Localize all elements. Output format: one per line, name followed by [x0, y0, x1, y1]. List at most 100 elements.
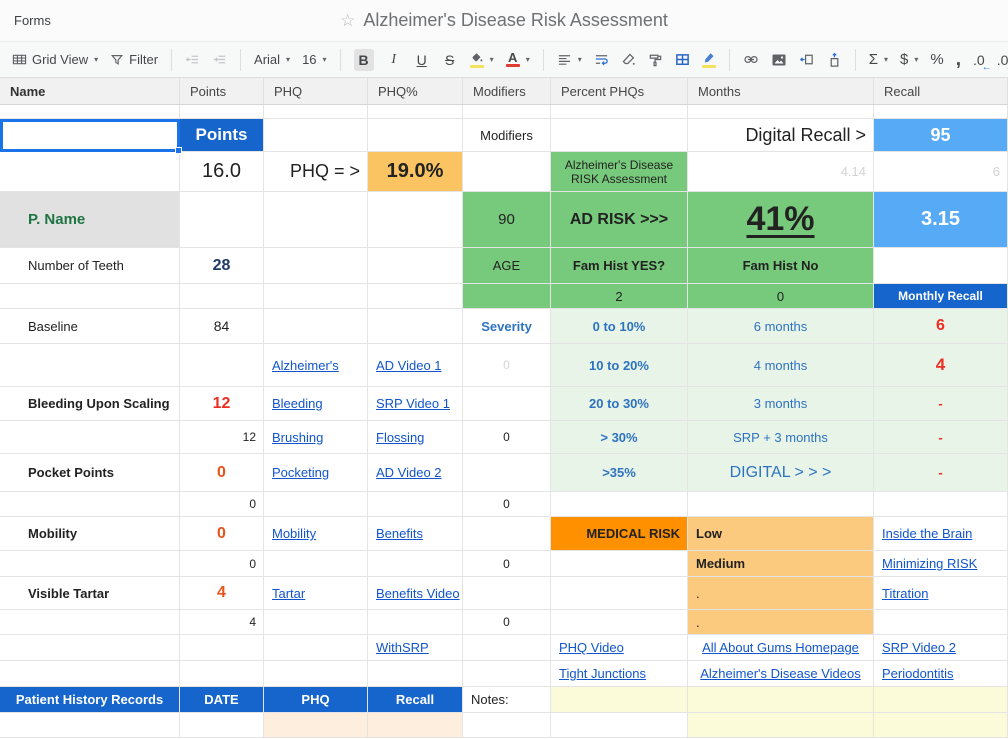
bleeding-sub-points[interactable]: 12 [180, 421, 264, 454]
cell-points-r3[interactable] [180, 192, 264, 248]
link-withsrp[interactable]: WithSRP [368, 635, 463, 661]
format-painter-button[interactable] [643, 48, 668, 71]
fill-color-button[interactable]: ▾ [465, 48, 499, 72]
column-header-percent-phqs[interactable]: Percent PHQs [551, 78, 688, 104]
cell-modifiers-r2[interactable] [463, 152, 551, 192]
cell-phqpct-r11[interactable] [368, 492, 463, 517]
cell-phqpct-r3[interactable] [368, 192, 463, 248]
age-label[interactable]: AGE [463, 248, 551, 284]
notes-label[interactable]: Notes: [463, 687, 551, 713]
wrap-text-button[interactable] [589, 48, 614, 71]
fam-hist-no-label[interactable]: Fam Hist No [688, 248, 874, 284]
cell-points-r7[interactable] [180, 344, 264, 387]
link-benefits[interactable]: Benefits [368, 517, 463, 551]
link-alzheimers-disease-videos[interactable]: Alzheimer's Disease Videos [688, 661, 874, 687]
cell-name-r9[interactable] [0, 421, 180, 454]
severity-band-3[interactable]: 20 to 30% [551, 387, 688, 421]
cell-phqpct-r13[interactable] [368, 551, 463, 577]
insert-link-button[interactable] [738, 48, 764, 71]
cell-modifiers-r10[interactable] [463, 454, 551, 492]
recall-band-3[interactable]: - [874, 387, 1008, 421]
cell-percent-phqs-r18[interactable] [551, 687, 688, 713]
link-all-about-gums-homepage[interactable]: All About Gums Homepage [688, 635, 874, 661]
cell-points-r16[interactable] [180, 635, 264, 661]
patient-history-header[interactable]: Patient History Records [0, 687, 180, 713]
link-phq-video[interactable]: PHQ Video [551, 635, 688, 661]
cell-phq-r11[interactable] [264, 492, 368, 517]
mobility-points[interactable]: 0 [180, 517, 264, 551]
insert-image-button[interactable] [766, 49, 792, 71]
recall-faint-value[interactable]: 6 [874, 152, 1008, 192]
cell-name-r7[interactable] [0, 344, 180, 387]
medical-risk-dot-1[interactable]: . [688, 577, 874, 610]
link-tartar[interactable]: Tartar [264, 577, 368, 610]
tartar-sub-points[interactable]: 4 [180, 610, 264, 635]
column-header-modifiers[interactable]: Modifiers [463, 78, 551, 104]
cell-recall-r4[interactable] [874, 248, 1008, 284]
cell-percent-phqs-r0[interactable] [551, 105, 688, 119]
date-header[interactable]: DATE [180, 687, 264, 713]
cell-modifiers-r8[interactable] [463, 387, 551, 421]
text-color-button[interactable]: A ▾ [501, 48, 535, 71]
months-band-3[interactable]: 3 months [688, 387, 874, 421]
recall-band-2[interactable]: 4 [874, 344, 1008, 387]
cell-modifiers-r12[interactable] [463, 517, 551, 551]
patient-name-cell[interactable]: P. Name [0, 192, 180, 248]
cell-phq-r17[interactable] [264, 661, 368, 687]
align-button[interactable]: ▾ [552, 48, 587, 71]
cell-months-r19[interactable] [688, 713, 874, 738]
cell-phqpct-r4[interactable] [368, 248, 463, 284]
link-bleeding[interactable]: Bleeding [264, 387, 368, 421]
cell-modifiers-r17[interactable] [463, 661, 551, 687]
link-flossing[interactable]: Flossing [368, 421, 463, 454]
cell-modifiers-r16[interactable] [463, 635, 551, 661]
recall-band-1[interactable]: 6 [874, 309, 1008, 344]
cell-phqpct-r19[interactable] [368, 713, 463, 738]
cell-months-r11[interactable] [688, 492, 874, 517]
row-label-baseline[interactable]: Baseline [0, 309, 180, 344]
cell-name-r0[interactable] [0, 105, 180, 119]
nav-forms[interactable]: Forms [14, 13, 51, 28]
ad-risk-value[interactable]: 41% [688, 192, 874, 248]
comma-format-button[interactable]: , [951, 51, 966, 69]
column-header-phq[interactable]: PHQ [264, 78, 368, 104]
recall-3-15[interactable]: 3.15 [874, 192, 1008, 248]
cell-phq-r1[interactable] [264, 119, 368, 152]
cell-phq-r16[interactable] [264, 635, 368, 661]
modifier-0-b[interactable]: 0 [463, 492, 551, 517]
cell-modifiers-r0[interactable] [463, 105, 551, 119]
cell-phqpct-r17[interactable] [368, 661, 463, 687]
fam-hist-yes-value[interactable]: 2 [551, 284, 688, 309]
modifier-0-d[interactable]: 0 [463, 610, 551, 635]
cell-recall-r19[interactable] [874, 713, 1008, 738]
cell-recall-r18[interactable] [874, 687, 1008, 713]
insert-cells-button[interactable] [822, 48, 847, 72]
merge-cells-button[interactable] [794, 48, 820, 71]
months-band-1[interactable]: 6 months [688, 309, 874, 344]
cell-name-r15[interactable] [0, 610, 180, 635]
selected-cell[interactable] [0, 119, 180, 152]
phq-label[interactable]: PHQ = > [264, 152, 368, 192]
cell-months-r18[interactable] [688, 687, 874, 713]
cell-modifiers-r14[interactable] [463, 577, 551, 610]
cell-phqpct-r1[interactable] [368, 119, 463, 152]
underline-button[interactable]: U [409, 48, 435, 72]
cell-phqpct-r5[interactable] [368, 284, 463, 309]
cell-phq-r6[interactable] [264, 309, 368, 344]
cell-points-r17[interactable] [180, 661, 264, 687]
monthly-recall-header[interactable]: Monthly Recall [874, 284, 1008, 309]
modifier-0-c[interactable]: 0 [463, 551, 551, 577]
bold-button[interactable]: B [349, 45, 379, 75]
cell-recall-r15[interactable] [874, 610, 1008, 635]
cell-recall-r0[interactable] [874, 105, 1008, 119]
currency-button[interactable]: $ ▾ [895, 47, 923, 72]
modifier-0-a[interactable]: 0 [463, 421, 551, 454]
cell-name-r5[interactable] [0, 284, 180, 309]
cell-modifiers-r19[interactable] [463, 713, 551, 738]
cell-percent-phqs-r13[interactable] [551, 551, 688, 577]
cell-phq-r4[interactable] [264, 248, 368, 284]
cell-phq-r0[interactable] [264, 105, 368, 119]
modifier-90[interactable]: 90 [463, 192, 551, 248]
ad-risk-label[interactable]: AD RISK >>> [551, 192, 688, 248]
column-header-phqpct[interactable]: PHQ% [368, 78, 463, 104]
